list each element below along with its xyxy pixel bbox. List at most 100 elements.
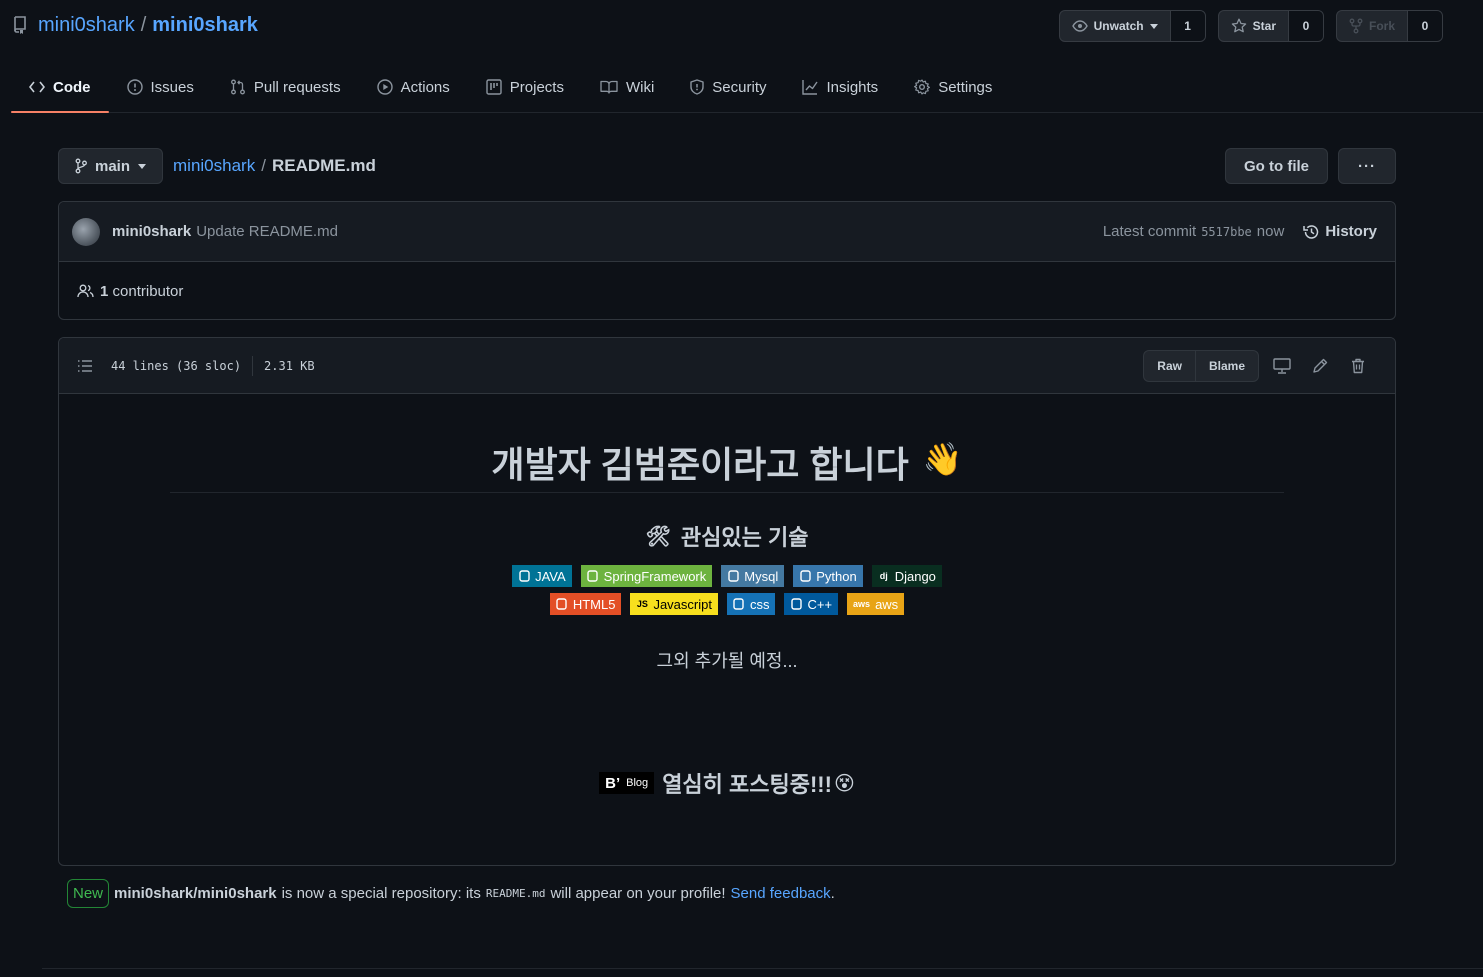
tab-insights[interactable]: Insights xyxy=(784,62,896,112)
tab-label: Issues xyxy=(150,78,194,96)
tab-pull-requests[interactable]: Pull requests xyxy=(212,62,359,112)
tech-badge-label: Python xyxy=(816,568,857,584)
cplusplus-icon xyxy=(790,598,802,610)
readme-content: 개발자 김범준이라고 합니다 👋 🛠 관심있는 기술 JAVA SpringFra… xyxy=(59,394,1395,865)
contributors-link[interactable]: 1 contributor xyxy=(100,283,183,300)
code-icon xyxy=(29,81,45,93)
branch-select-button[interactable]: main xyxy=(58,148,164,184)
repo-owner-link[interactable]: mini0shark xyxy=(38,14,135,37)
commit-author-link[interactable]: mini0shark xyxy=(112,223,191,240)
latest-commit-label: Latest commit xyxy=(1102,223,1197,240)
watch-count[interactable]: 1 xyxy=(1170,11,1205,41)
python-icon xyxy=(799,570,811,582)
spring-icon xyxy=(587,570,599,582)
tech-badge[interactable]: JAVA xyxy=(512,565,572,587)
tab-code[interactable]: Code xyxy=(11,62,109,113)
tab-label: Insights xyxy=(826,78,879,96)
file-viewer: 44 lines (36 sloc) 2.31 KB Raw Blame 개발자… xyxy=(58,337,1396,866)
tab-wiki[interactable]: Wiki xyxy=(582,62,672,112)
section-heading: 🛠 관심있는 기술 xyxy=(59,520,1395,552)
go-to-file-button[interactable]: Go to file xyxy=(1225,148,1328,184)
repo-path-separator: / xyxy=(140,13,147,36)
desktop-icon[interactable] xyxy=(1263,357,1301,374)
file-header: 44 lines (36 sloc) 2.31 KB Raw Blame xyxy=(59,338,1395,394)
tech-badges-row-1: JAVA SpringFramework Mysql Python dj Django xyxy=(59,565,1395,587)
history-link[interactable]: History xyxy=(1303,223,1377,240)
history-icon xyxy=(1303,224,1320,240)
tech-badge-label: JAVA xyxy=(535,568,566,584)
notice-text-2: will appear on your profile! xyxy=(550,885,726,902)
tech-badge-label: Javascript xyxy=(653,596,712,612)
book-icon xyxy=(600,80,618,94)
fork-count[interactable]: 0 xyxy=(1408,11,1442,41)
tech-badge-label: SpringFramework xyxy=(603,568,707,584)
file-lines: 44 lines (36 sloc) xyxy=(111,358,242,373)
css3-icon xyxy=(733,598,745,610)
tech-badge[interactable]: HTML5 xyxy=(549,593,622,615)
more-options-button[interactable]: ··· xyxy=(1338,148,1396,184)
commit-sha-link[interactable]: 5517bbe xyxy=(1201,225,1252,239)
tech-badge-label: Mysql xyxy=(744,568,779,584)
fork-button[interactable]: Fork xyxy=(1337,11,1408,41)
blog-badge-small: Blog xyxy=(626,777,649,789)
tab-actions[interactable]: Actions xyxy=(359,62,468,112)
repo-nav-tabs: Code Issues Pull requests Actions Projec… xyxy=(11,62,1483,113)
tab-projects[interactable]: Projects xyxy=(468,62,582,112)
tools-emoji: 🛠 xyxy=(645,525,671,548)
star-button[interactable]: Star xyxy=(1219,11,1289,41)
tech-badge[interactable]: Python xyxy=(793,565,863,587)
tab-label: Projects xyxy=(509,78,564,96)
blog-line: B’ Blog 열심히 포스팅중!!! 😵 xyxy=(59,767,1395,799)
blog-badge-text: B’ xyxy=(605,774,621,792)
breadcrumb-separator: / xyxy=(261,156,266,175)
contributors-label: contributor xyxy=(112,282,184,300)
readme-title-text: 개발자 김범준이라고 합니다 xyxy=(491,444,909,485)
watch-button[interactable]: Unwatch xyxy=(1060,11,1171,41)
blog-badge-link[interactable]: B’ Blog xyxy=(599,772,655,794)
more-coming-text: 그외 추가될 예정... xyxy=(656,651,798,671)
play-icon xyxy=(376,79,393,95)
send-feedback-link[interactable]: Send feedback xyxy=(731,885,831,902)
star-count[interactable]: 0 xyxy=(1288,11,1323,41)
pull-request-icon xyxy=(230,79,246,95)
tech-badge-label: C++ xyxy=(807,596,833,612)
tech-badge[interactable]: css xyxy=(726,593,776,615)
aws-icon: aws xyxy=(853,599,871,609)
tech-badge[interactable]: dj Django xyxy=(871,565,942,587)
commit-message-link[interactable]: Update README.md xyxy=(196,223,338,240)
blame-button[interactable]: Blame xyxy=(1194,350,1258,381)
repo-actions: Unwatch 1 Star 0 Fork 0 xyxy=(1058,10,1443,42)
mysql-icon xyxy=(727,570,739,582)
tab-label: Actions xyxy=(400,78,450,96)
tab-security[interactable]: Security xyxy=(672,62,784,112)
breadcrumb-file: README.md xyxy=(271,156,376,175)
trash-icon[interactable] xyxy=(1339,358,1377,374)
tech-badge[interactable]: SpringFramework xyxy=(580,565,713,587)
tech-badge[interactable]: Mysql xyxy=(721,565,785,587)
graph-icon xyxy=(802,79,819,95)
tech-badge[interactable]: JS Javascript xyxy=(630,593,718,615)
tab-issues[interactable]: Issues xyxy=(109,62,212,112)
outline-list-icon[interactable] xyxy=(77,359,93,373)
new-label: New xyxy=(67,879,110,908)
tech-badges-row-2: HTML5 JS Javascript css C++ aws aws xyxy=(59,593,1395,615)
breadcrumb-repo-link[interactable]: mini0shark xyxy=(173,156,255,176)
chevron-down-icon xyxy=(1149,23,1158,29)
gear-icon xyxy=(914,79,931,95)
tech-badge-label: css xyxy=(749,596,770,612)
fork-label: Fork xyxy=(1368,19,1395,33)
raw-button[interactable]: Raw xyxy=(1144,351,1195,381)
pencil-icon[interactable] xyxy=(1301,358,1339,374)
repo-name-link[interactable]: mini0shark xyxy=(152,14,258,37)
avatar[interactable] xyxy=(72,217,100,246)
tab-label: Settings xyxy=(938,78,993,96)
footer-divider xyxy=(42,968,1483,969)
tech-badge[interactable]: C++ xyxy=(784,593,839,615)
tab-settings[interactable]: Settings xyxy=(896,62,1010,112)
fork-icon xyxy=(1349,18,1363,34)
repo-header: mini0shark / mini0shark xyxy=(12,10,258,40)
section-heading-text: 관심있는 기술 xyxy=(680,525,809,550)
tech-badge[interactable]: aws aws xyxy=(847,593,905,615)
branch-name: main xyxy=(95,157,131,175)
tab-label: Wiki xyxy=(625,78,655,96)
